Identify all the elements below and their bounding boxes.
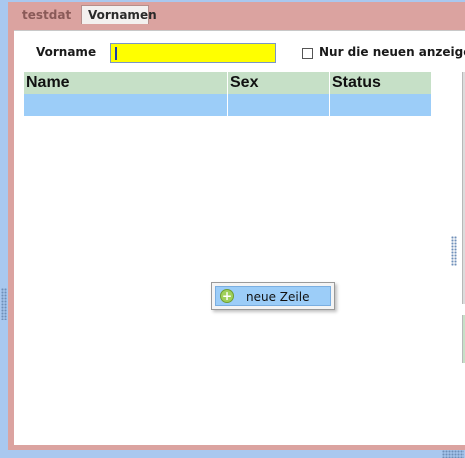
context-menu: + neue Zeile (211, 282, 335, 310)
cell-name[interactable] (24, 94, 228, 116)
tab-testdat[interactable]: testdat (16, 6, 80, 24)
add-icon: + (220, 289, 234, 303)
nur-neue-label[interactable]: Nur die neuen anzeigen (319, 45, 465, 59)
tab-vornamen[interactable]: Vornamen (81, 5, 157, 25)
column-header-sex[interactable]: Sex (228, 72, 330, 94)
resize-grip-left[interactable] (1, 288, 7, 320)
table-row[interactable] (24, 94, 432, 116)
vorname-label: Vorname (36, 45, 97, 59)
menu-item-neue-zeile[interactable]: + neue Zeile (215, 286, 331, 306)
tab-panel: Vorname Nur die neuen anzeigen Name Sex … (8, 24, 465, 450)
text-caret (115, 47, 117, 60)
window: testdat Vornamen Vorname Nur die neuen a… (0, 0, 465, 458)
tab-bar: testdat Vornamen (8, 2, 465, 25)
cell-sex[interactable] (228, 94, 330, 116)
column-header-name[interactable]: Name (24, 72, 228, 94)
left-frame (0, 0, 8, 458)
column-header-status[interactable]: Status (330, 72, 432, 94)
resize-grip-bottom[interactable] (442, 450, 464, 458)
bottom-frame (0, 450, 465, 458)
grid-header: Name Sex Status (24, 72, 432, 94)
cell-status[interactable] (330, 94, 432, 116)
menu-item-label: neue Zeile (246, 290, 310, 304)
nur-neue-checkbox[interactable] (302, 48, 313, 59)
vorname-input[interactable] (110, 43, 276, 63)
data-grid: Name Sex Status (24, 72, 432, 116)
resize-grip-right[interactable] (451, 236, 457, 266)
content-area: Vorname Nur die neuen anzeigen Name Sex … (14, 30, 465, 445)
